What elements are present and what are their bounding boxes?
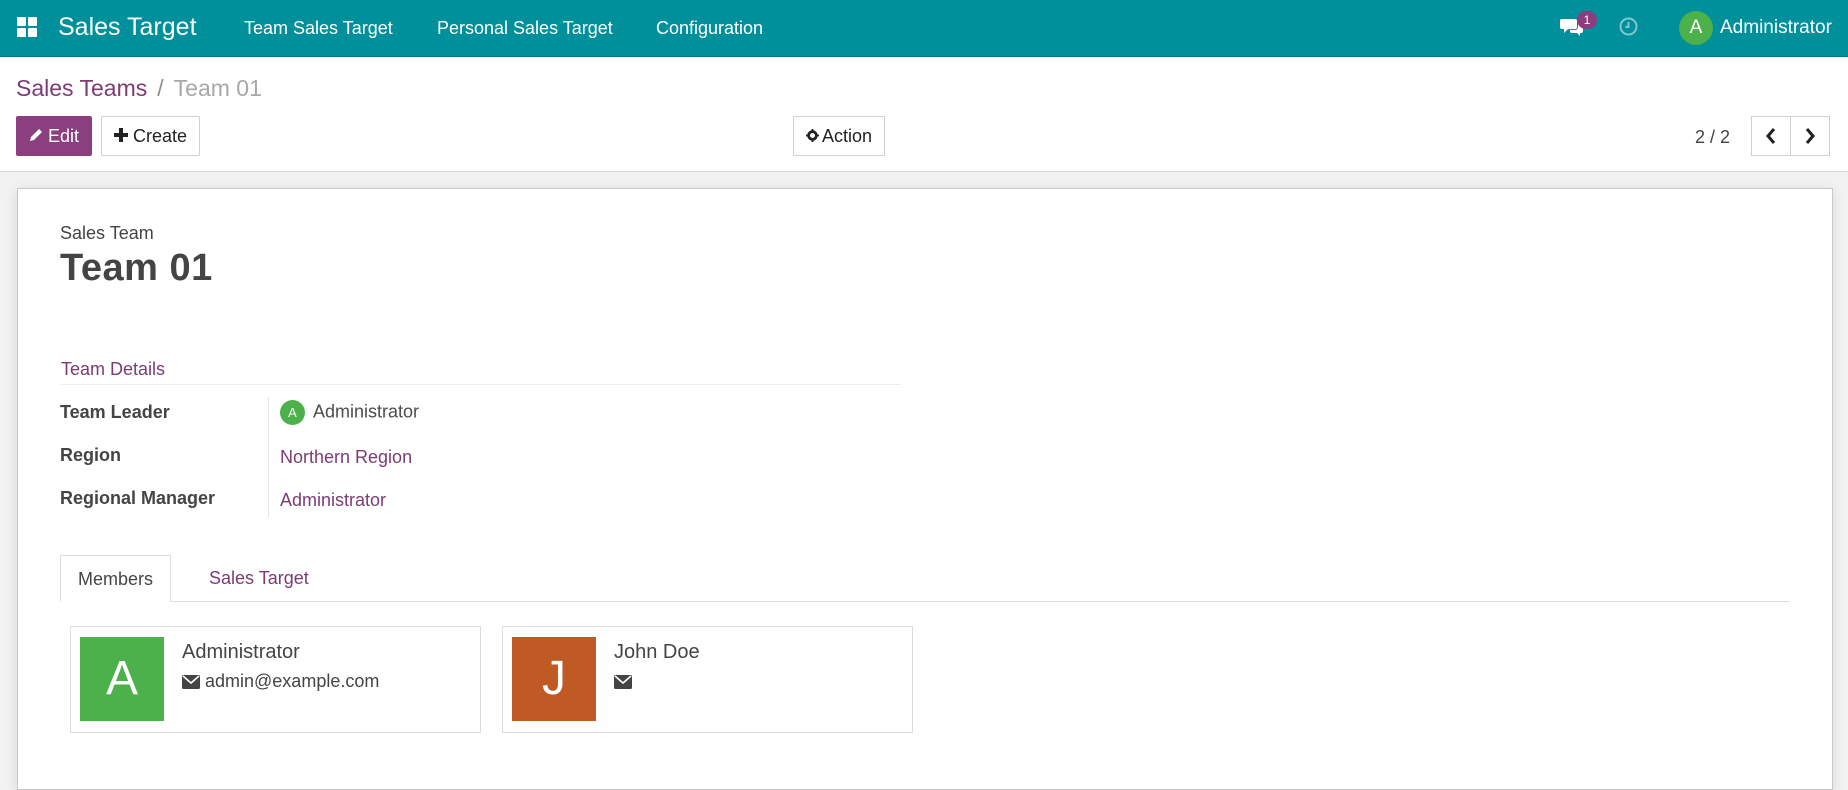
- member-email: admin@example.com: [182, 671, 379, 692]
- tab-sales-target[interactable]: Sales Target: [192, 555, 326, 601]
- breadcrumb: Sales Teams / Team 01: [16, 73, 262, 103]
- chevron-left-icon: [1766, 128, 1776, 144]
- notebook-tabs: Members Sales Target: [60, 555, 1790, 602]
- regional-manager-value[interactable]: Administrator: [280, 490, 386, 511]
- tab-members[interactable]: Members: [60, 555, 172, 602]
- member-name: Administrator: [182, 641, 300, 663]
- team-leader-name: Administrator: [313, 401, 420, 422]
- member-card[interactable]: J John Doe: [502, 626, 913, 733]
- group-divider: [61, 384, 901, 385]
- sales-team-label: Sales Team: [60, 223, 154, 243]
- team-leader-label: Team Leader: [60, 402, 170, 422]
- create-button[interactable]: Create: [101, 116, 201, 156]
- team-leader-avatar: A: [280, 400, 305, 425]
- field-separator: [268, 397, 269, 517]
- pager-next-button[interactable]: [1790, 116, 1830, 156]
- member-email-text: admin@example.com: [205, 671, 380, 691]
- plus-icon: [114, 117, 128, 155]
- breadcrumb-separator: /: [157, 75, 164, 101]
- pencil-icon: [29, 117, 43, 155]
- regional-manager-label: Regional Manager: [60, 488, 216, 508]
- breadcrumb-sales-teams[interactable]: Sales Teams: [16, 75, 147, 101]
- action-button[interactable]: Action: [793, 116, 886, 156]
- top-navbar: Sales Target Team Sales Target Personal …: [0, 0, 1848, 57]
- app-menu-icon[interactable]: [17, 17, 38, 38]
- gear-icon: [806, 117, 819, 155]
- breadcrumb-current: Team 01: [173, 75, 262, 101]
- member-email: [614, 671, 637, 692]
- menu-team-sales-target[interactable]: Team Sales Target: [244, 16, 393, 40]
- member-avatar: J: [512, 637, 596, 721]
- envelope-icon: [614, 675, 632, 689]
- app-title: Sales Target: [58, 13, 197, 41]
- member-name: John Doe: [614, 641, 700, 663]
- control-panel: Sales Teams / Team 01 Edit Create Action 2…: [0, 57, 1848, 172]
- menu-configuration[interactable]: Configuration: [656, 16, 763, 40]
- member-card[interactable]: A Administrator admin@example.com: [70, 626, 481, 733]
- edit-button[interactable]: Edit: [16, 116, 93, 156]
- activity-clock-icon[interactable]: [1619, 17, 1638, 36]
- member-avatar: A: [80, 637, 164, 721]
- user-menu[interactable]: A Administrator: [1679, 11, 1832, 45]
- region-label: Region: [60, 445, 121, 465]
- chat-count-badge: 1: [1577, 11, 1597, 29]
- team-name: Team 01: [60, 247, 213, 289]
- pager-value[interactable]: 2 / 2: [1695, 125, 1730, 149]
- user-name: Administrator: [1720, 17, 1832, 38]
- team-details-title: Team Details: [61, 359, 166, 379]
- chevron-right-icon: [1805, 128, 1815, 144]
- envelope-icon: [182, 675, 200, 689]
- create-label: Create: [133, 126, 188, 146]
- region-value[interactable]: Northern Region: [280, 447, 412, 468]
- action-label: Action: [822, 126, 873, 146]
- menu-personal-sales-target[interactable]: Personal Sales Target: [437, 16, 613, 40]
- user-avatar: A: [1679, 11, 1713, 45]
- edit-label: Edit: [48, 126, 80, 146]
- team-leader-value[interactable]: A Administrator: [280, 400, 419, 425]
- pager-previous-button[interactable]: [1751, 116, 1791, 156]
- form-sheet: Sales Team Team 01 Team Details Team Lea…: [17, 188, 1833, 790]
